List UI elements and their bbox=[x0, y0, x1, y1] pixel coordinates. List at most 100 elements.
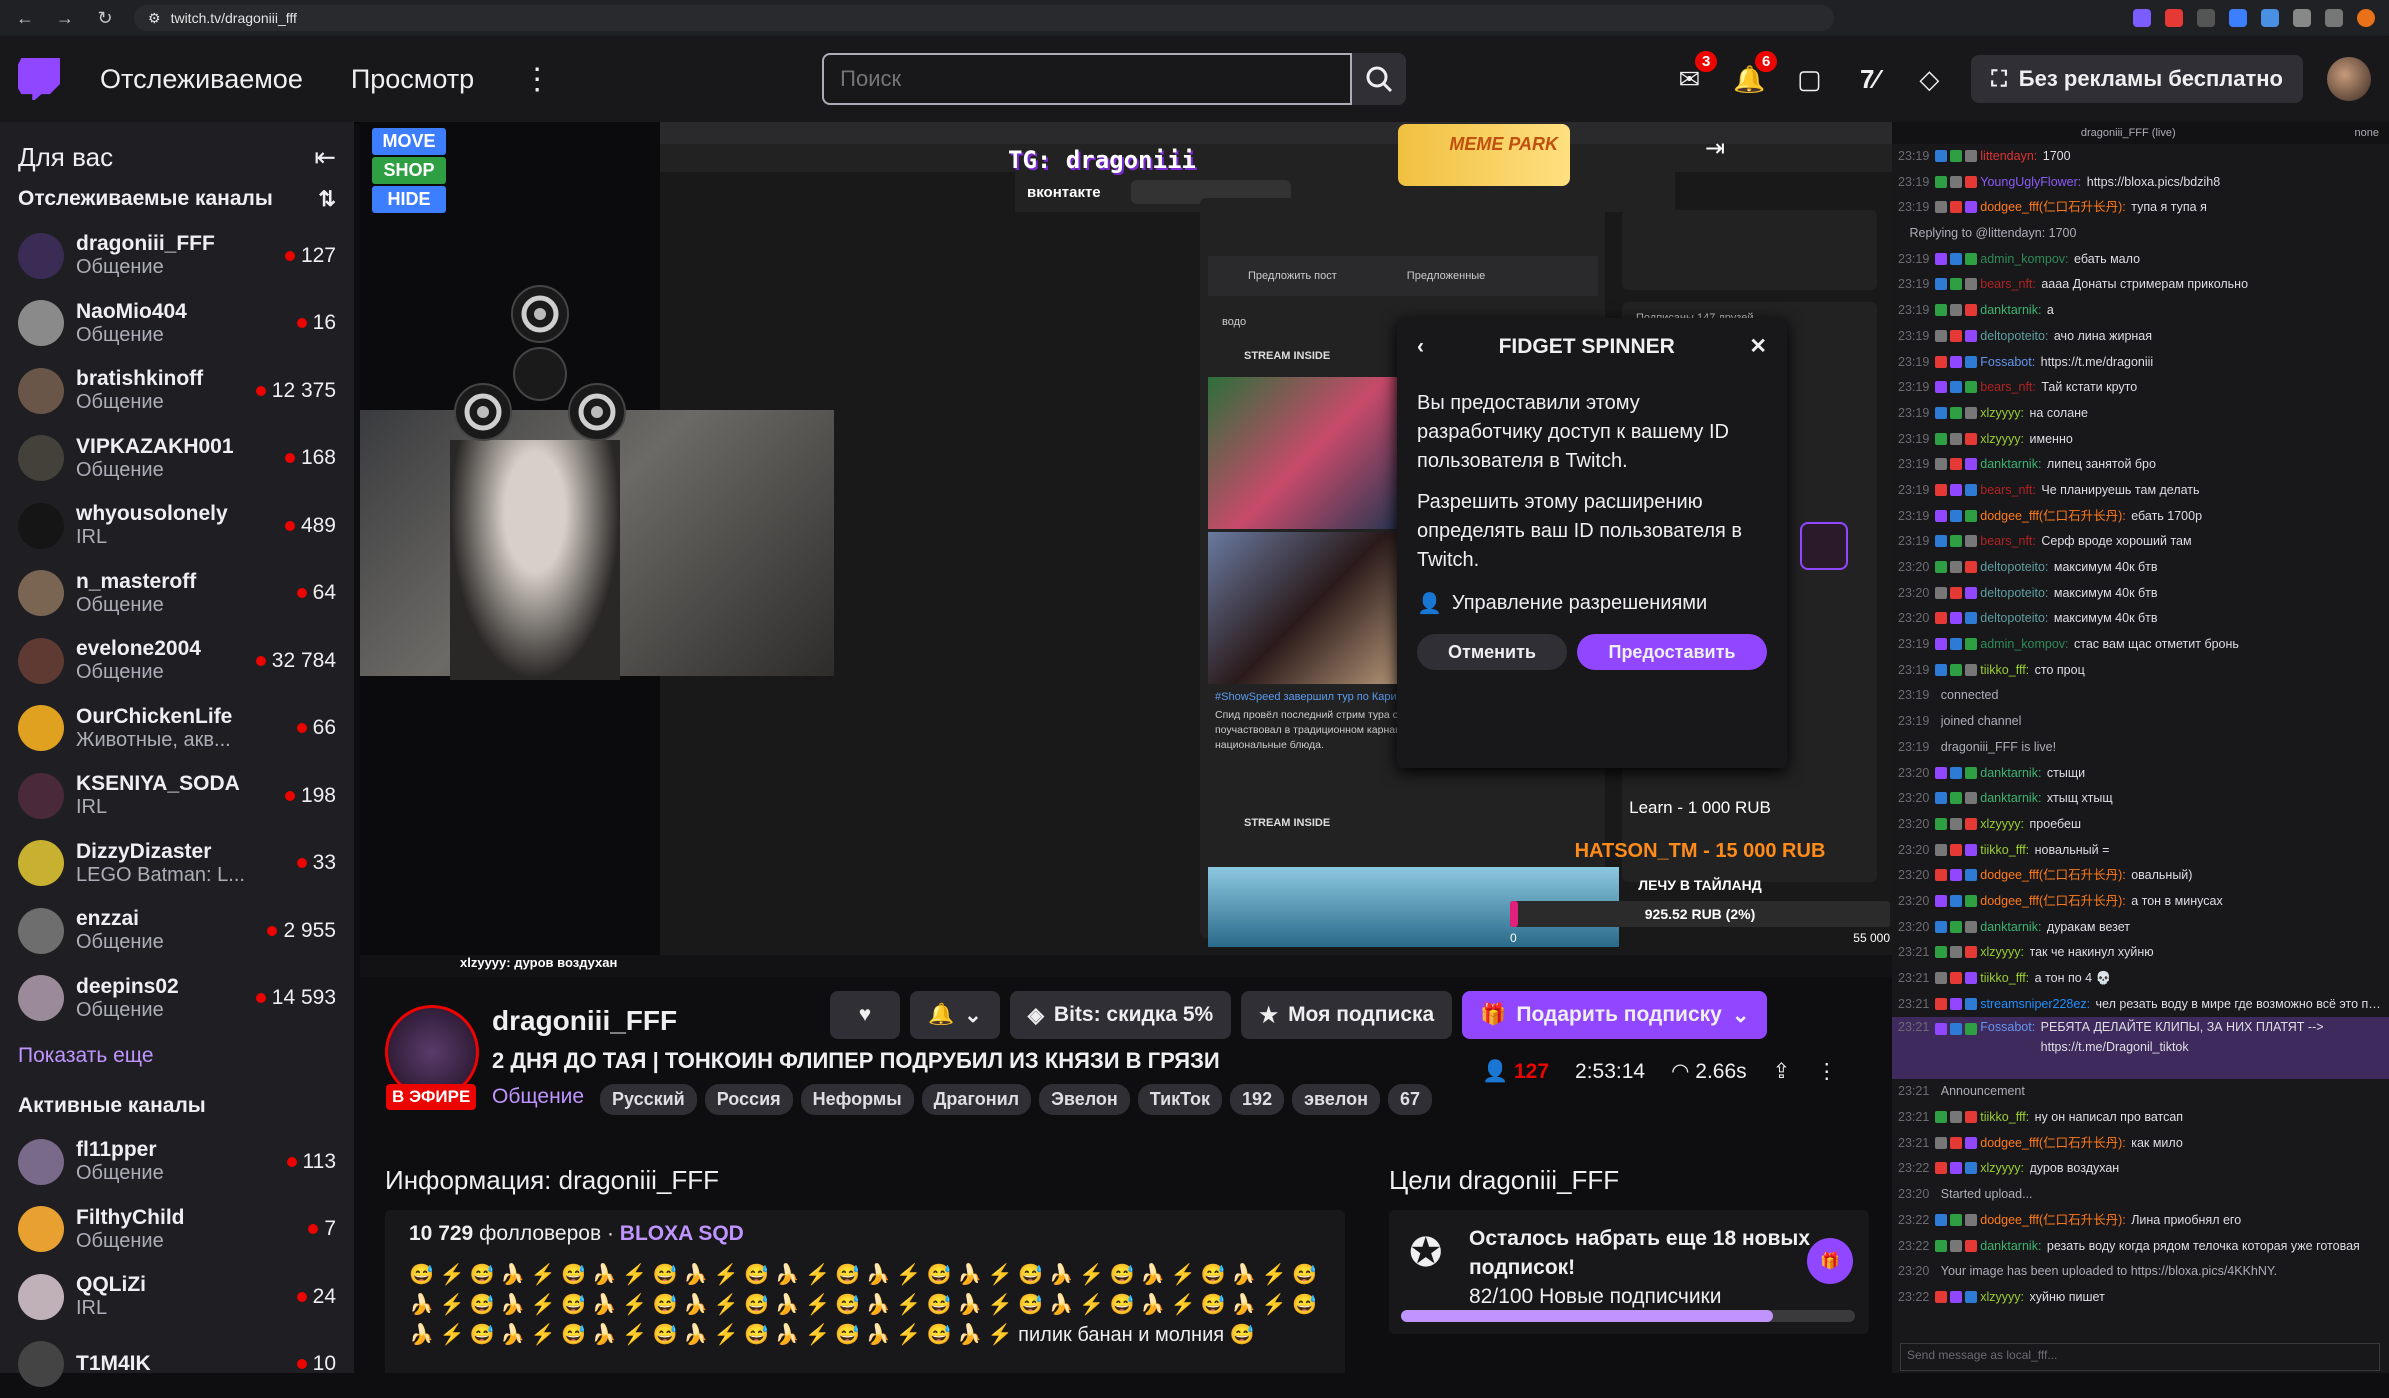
sidebar-channel[interactable]: T1M4IK 10 bbox=[0, 1331, 354, 1398]
more-menu-icon[interactable]: ⋮ bbox=[522, 62, 552, 97]
sidebar-channel[interactable]: NaoMio404 Общение 16 bbox=[0, 290, 354, 358]
sidebar-channel[interactable]: whyousolonely IRL 489 bbox=[0, 492, 354, 560]
chat-username[interactable]: bears_nft: bbox=[1980, 375, 2036, 401]
stream-tag[interactable]: Неформы bbox=[801, 1084, 914, 1115]
chat-input[interactable]: Send message as local_fff... bbox=[1900, 1343, 2380, 1371]
chat-username[interactable]: danktarnik: bbox=[1980, 1234, 2041, 1260]
sidebar-channel[interactable]: OurChickenLife Животные, акв... 66 bbox=[0, 695, 354, 763]
team-link[interactable]: BLOXA SQD bbox=[620, 1222, 744, 1245]
chat-username[interactable]: bears_nft: bbox=[1980, 478, 2036, 504]
stream-tag[interactable]: эвелон bbox=[1292, 1084, 1380, 1115]
chat-username[interactable]: tiikko_fff: bbox=[1980, 838, 2029, 864]
collapse-sidebar-icon[interactable]: ⇤ bbox=[314, 142, 336, 173]
inbox-button[interactable]: ✉3 bbox=[1669, 59, 1709, 99]
search-input[interactable] bbox=[822, 53, 1352, 105]
extension-spinner-icon[interactable] bbox=[1800, 522, 1848, 570]
extension-icon[interactable] bbox=[2197, 9, 2215, 27]
notifications-toggle[interactable]: 🔔⌄ bbox=[910, 991, 1000, 1039]
video-player[interactable]: вконтакте Предложить постПредложенные во… bbox=[360, 122, 1892, 977]
stream-tag[interactable]: Россия bbox=[705, 1084, 793, 1115]
goal-gift-button[interactable]: 🎁 bbox=[1807, 1238, 1853, 1284]
chat-username[interactable]: tiikko_fff: bbox=[1980, 1105, 2029, 1131]
chat-username[interactable]: bears_nft: bbox=[1980, 529, 2036, 555]
chat-username[interactable]: xlzyyyy: bbox=[1980, 1285, 2024, 1311]
chat-username[interactable]: xlzyyyy: bbox=[1980, 401, 2024, 427]
stream-tag[interactable]: Эвелон bbox=[1039, 1084, 1130, 1115]
chat-username[interactable]: dodgee_fff(仁口石升长丹): bbox=[1980, 504, 2125, 530]
collapse-chat-icon[interactable]: ⇥ bbox=[1705, 134, 1725, 163]
sidebar-channel[interactable]: bratishkinoff Общение 12 375 bbox=[0, 357, 354, 425]
profile-icon[interactable] bbox=[2357, 9, 2375, 27]
chat-username[interactable]: deltopoteito: bbox=[1980, 581, 2048, 607]
sidebar-channel[interactable]: KSENIYA_SODA IRL 198 bbox=[0, 762, 354, 830]
chat-username[interactable]: deltopoteito: bbox=[1980, 606, 2048, 632]
back-icon[interactable]: ← bbox=[14, 8, 36, 29]
grant-button[interactable]: Предоставить bbox=[1577, 634, 1767, 670]
sidebar-channel[interactable]: evelone2004 Общение 32 784 bbox=[0, 627, 354, 695]
sidebar-channel[interactable]: DizzyDizaster LEGO Batman: L... 33 bbox=[0, 830, 354, 898]
shop-button[interactable]: SHOP bbox=[372, 157, 446, 184]
extension-icon[interactable] bbox=[2293, 9, 2311, 27]
ad-free-button[interactable]: ⛶Без рекламы бесплатно bbox=[1971, 55, 2303, 103]
chat-username[interactable]: deltopoteito: bbox=[1980, 324, 2048, 350]
sidebar-channel[interactable]: enzzai Общение 2 955 bbox=[0, 897, 354, 965]
stream-tag[interactable]: 192 bbox=[1230, 1084, 1284, 1115]
whispers-button[interactable]: ▢ bbox=[1789, 59, 1829, 99]
chat-username[interactable]: deltopoteito: bbox=[1980, 555, 2048, 581]
dialog-back-icon[interactable]: ‹ bbox=[1417, 335, 1424, 359]
stream-tag[interactable]: 67 bbox=[1388, 1084, 1432, 1115]
show-more-link[interactable]: Показать еще bbox=[0, 1032, 354, 1088]
twitch-logo-icon[interactable] bbox=[18, 58, 60, 100]
gift-sub-button[interactable]: 🎁Подарить подписку⌄ bbox=[1462, 991, 1767, 1039]
reload-icon[interactable]: ↻ bbox=[94, 8, 116, 29]
chat-username[interactable]: admin_kompov: bbox=[1980, 247, 2068, 273]
chat-username[interactable]: Fossabot: bbox=[1980, 1017, 2035, 1037]
chat-username[interactable]: danktarnik: bbox=[1980, 298, 2041, 324]
chat-username[interactable]: dodgee_fff(仁口石升长丹): bbox=[1980, 863, 2125, 889]
sidebar-channel[interactable]: fl11pper Общение 113 bbox=[0, 1128, 354, 1196]
forward-icon[interactable]: → bbox=[54, 8, 76, 29]
move-button[interactable]: MOVE bbox=[372, 128, 446, 155]
stream-tag[interactable]: Русский bbox=[600, 1084, 697, 1115]
search-button[interactable] bbox=[1352, 53, 1406, 105]
crown-button[interactable]: ◇ bbox=[1909, 59, 1949, 99]
chat-username[interactable]: Fossabot: bbox=[1980, 350, 2035, 376]
sidebar-channel[interactable]: deepins02 Общение 14 593 bbox=[0, 965, 354, 1033]
bits-discount-button[interactable]: ◈Bits: скидка 5% bbox=[1010, 991, 1231, 1039]
extension-icon[interactable] bbox=[2133, 9, 2151, 27]
chat-username[interactable]: YoungUglyFlower: bbox=[1980, 170, 2081, 196]
nav-browse[interactable]: Просмотр bbox=[351, 64, 474, 95]
sidebar-channel[interactable]: VIPKAZAKH001 Общение 168 bbox=[0, 425, 354, 493]
channel-name[interactable]: dragoniii_FFF bbox=[492, 1005, 677, 1037]
user-avatar[interactable] bbox=[2327, 57, 2371, 101]
chat-username[interactable]: xlzyyyy: bbox=[1980, 812, 2024, 838]
chat-username[interactable]: bears_nft: bbox=[1980, 272, 2036, 298]
sidebar-channel[interactable]: QQLiZi IRL 24 bbox=[0, 1263, 354, 1331]
sort-icon[interactable]: ⇅ bbox=[318, 187, 336, 212]
extension-icon[interactable] bbox=[2325, 9, 2343, 27]
chat-username[interactable]: dodgee_fff(仁口石升长丹): bbox=[1980, 195, 2125, 221]
share-icon[interactable]: ⇪ bbox=[1773, 1059, 1791, 1084]
notifications-button[interactable]: 🔔6 bbox=[1729, 59, 1769, 99]
dialog-close-icon[interactable]: ✕ bbox=[1749, 334, 1767, 359]
more-options-icon[interactable]: ⋮ bbox=[1816, 1059, 1837, 1084]
address-bar[interactable]: ⚙ twitch.tv/dragoniii_fff bbox=[134, 5, 1834, 31]
chat-username[interactable]: dodgee_fff(仁口石升长丹): bbox=[1980, 889, 2125, 915]
extension-icon[interactable] bbox=[2229, 9, 2247, 27]
chat-username[interactable]: xlzyyyy: bbox=[1980, 427, 2024, 453]
fidget-spinner-icon[interactable] bbox=[445, 282, 635, 462]
site-info-icon[interactable]: ⚙ bbox=[148, 10, 161, 27]
manage-permissions-link[interactable]: 👤Управление разрешениями bbox=[1417, 591, 1767, 616]
chat-username[interactable]: danktarnik: bbox=[1980, 452, 2041, 478]
stream-category[interactable]: Общение bbox=[492, 1085, 584, 1109]
sidebar-channel[interactable]: dragoniii_FFF Общение 127 bbox=[0, 222, 354, 290]
cancel-button[interactable]: Отменить bbox=[1417, 634, 1567, 670]
chat-username[interactable]: xlzyyyy: bbox=[1980, 940, 2024, 966]
chat-username[interactable]: dodgee_fff(仁口石升长丹): bbox=[1980, 1208, 2125, 1234]
sidebar-channel[interactable]: n_masteroff Общение 64 bbox=[0, 560, 354, 628]
hide-button[interactable]: HIDE bbox=[372, 186, 446, 213]
chat-username[interactable]: littendayn: bbox=[1980, 144, 2037, 170]
stream-tag[interactable]: Драгонил bbox=[922, 1084, 1031, 1115]
chat-username[interactable]: admin_kompov: bbox=[1980, 632, 2068, 658]
follow-button[interactable]: ♥ bbox=[830, 991, 900, 1039]
